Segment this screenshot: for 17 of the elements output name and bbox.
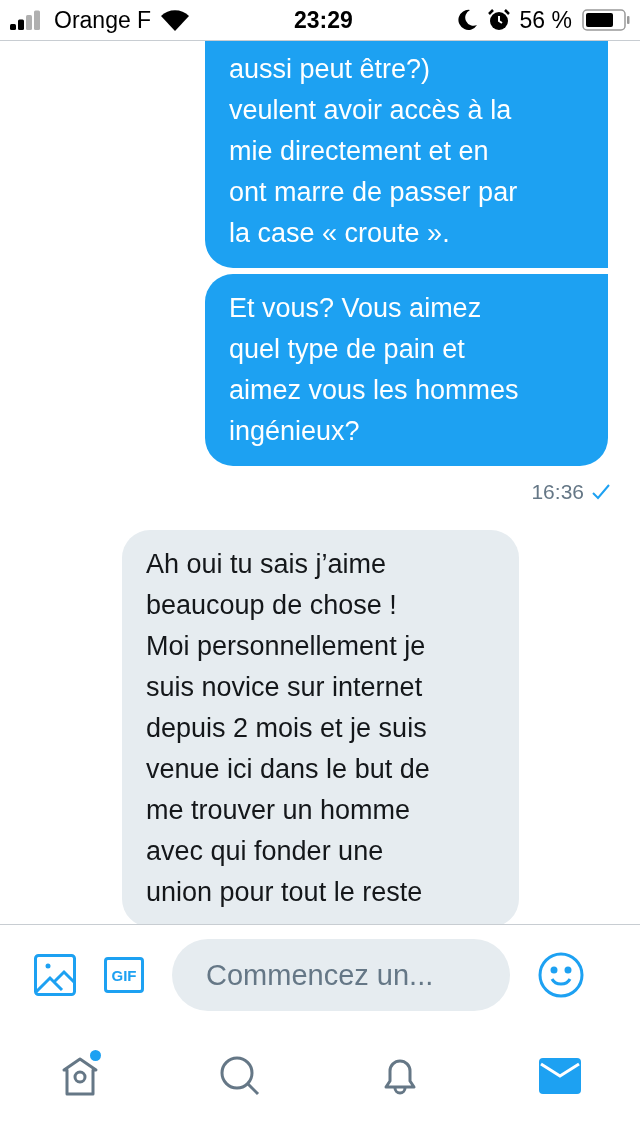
image-icon[interactable]	[34, 954, 76, 996]
sent-message-bubble: aussi peut être?) veulent avoir accès à la mie directement et en ont marre de passer par la case « croute ».	[205, 41, 608, 268]
battery-icon	[582, 9, 630, 31]
emoji-icon[interactable]	[538, 952, 584, 998]
gif-button[interactable]: GIF	[104, 957, 144, 993]
moon-icon	[457, 9, 478, 31]
message-input-field[interactable]: Commencez un...	[172, 939, 510, 1011]
battery-percentage: 56 %	[519, 6, 572, 34]
carrier-name: Orange F	[54, 6, 152, 34]
received-message-bubble: Ah oui tu sais j’aime beaucoup de chose ! Moi personnellement je suis novice sur internet depuis 2 mois et je suis venue ici dans le but de me trouver un homme avec qui fonder une union pour tout le reste	[122, 530, 519, 924]
wifi-icon	[161, 9, 190, 31]
sent-message-bubble: Et vous? Vous aimez quel type de pain et aimez vous les hommes ingénieux?	[205, 274, 608, 466]
envelope-icon	[539, 1057, 581, 1094]
message-time: 16:36	[531, 480, 584, 504]
alarm-clock-icon	[487, 9, 510, 31]
clock-time: 23:29	[293, 6, 353, 34]
search-icon	[219, 1054, 261, 1097]
